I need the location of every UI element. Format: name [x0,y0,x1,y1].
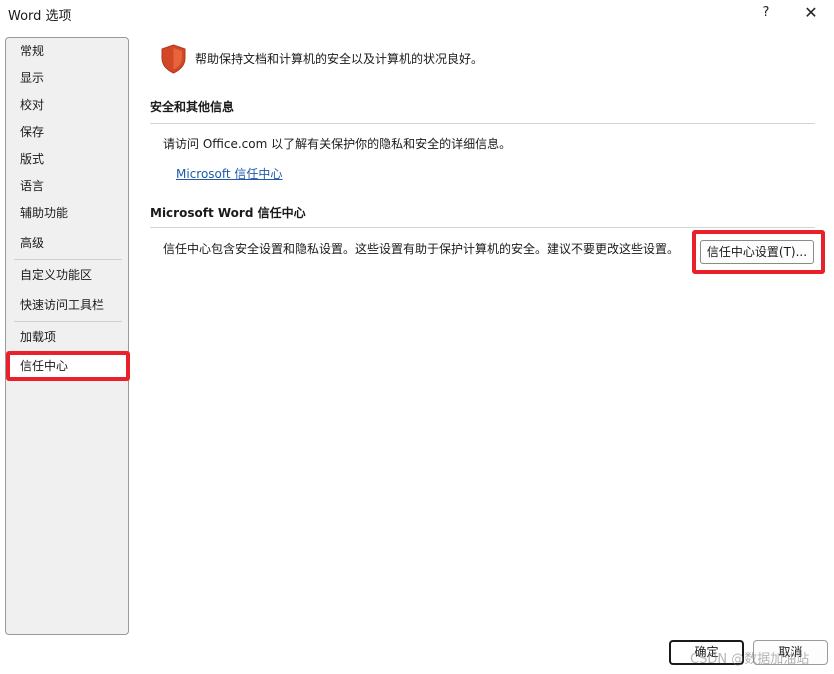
privacy-info-text: 请访问 Office.com 以了解有关保护你的隐私和安全的详细信息。 [163,137,512,151]
help-button[interactable]: ? [753,2,779,24]
sidebar-item-general[interactable]: 常规 [20,42,120,60]
close-button[interactable]: ✕ [798,2,824,24]
sidebar-item-save[interactable]: 保存 [20,123,120,141]
sidebar-item-advanced[interactable]: 高级 [20,234,120,252]
section-divider [150,123,815,124]
shield-icon [161,44,186,74]
sidebar-divider [14,321,122,322]
sidebar-item-typography[interactable]: 版式 [20,150,120,168]
sidebar-item-customize-ribbon[interactable]: 自定义功能区 [20,266,120,284]
sidebar-item-proofing[interactable]: 校对 [20,96,120,114]
sidebar-item-accessibility[interactable]: 辅助功能 [20,204,120,222]
sidebar-item-display[interactable]: 显示 [20,69,120,87]
intro-text: 帮助保持文档和计算机的安全以及计算机的状况良好。 [195,52,484,66]
security-info-heading: 安全和其他信息 [150,100,235,114]
microsoft-trust-center-link[interactable]: Microsoft 信任中心 [176,165,282,182]
watermark: CSDN @数据加油站 [690,652,810,667]
sidebar-divider [14,259,122,260]
sidebar-item-trust-center[interactable]: 信任中心 [6,351,130,381]
sidebar-item-language[interactable]: 语言 [20,177,120,195]
trust-center-description: 信任中心包含安全设置和隐私设置。这些设置有助于保护计算机的安全。建议不要更改这些… [163,242,680,256]
sidebar-item-quick-access-toolbar[interactable]: 快速访问工具栏 [20,296,120,314]
sidebar-item-label: 信任中心 [20,359,69,373]
options-sidebar: 常规 显示 校对 保存 版式 语言 辅助功能 高级 自定义功能区 快速访问工具栏… [5,37,130,635]
section-divider [150,227,815,228]
sidebar-item-addins[interactable]: 加载项 [20,328,120,346]
window-title: Word 选项 [8,9,72,24]
trust-center-settings-button[interactable]: 信任中心设置(T)... [700,240,814,264]
word-trust-center-heading: Microsoft Word 信任中心 [150,206,306,220]
title-bar: Word 选项 ? ✕ [0,0,834,28]
